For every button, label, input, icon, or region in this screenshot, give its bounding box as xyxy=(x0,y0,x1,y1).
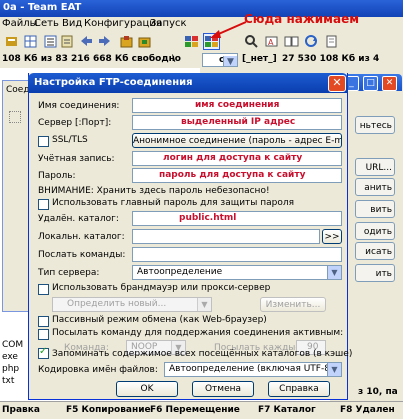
unpack-icon[interactable] xyxy=(136,33,153,50)
server-label: Сервер [:Порт]: xyxy=(38,118,112,128)
keepalive-checkbox[interactable] xyxy=(38,329,49,340)
firewall-label: Использовать брандмауэр или прокси-серве… xyxy=(52,283,271,293)
firewall-checkbox[interactable] xyxy=(38,284,49,295)
send-commands-field[interactable] xyxy=(132,247,342,262)
list-view-icon[interactable] xyxy=(42,33,59,50)
svg-text:A: A xyxy=(268,38,274,47)
master-password-checkbox[interactable] xyxy=(38,199,49,210)
forward-arrow-icon[interactable] xyxy=(96,33,113,50)
encoding-select[interactable]: Автоопределение (включая UTF-8) ▼ xyxy=(164,362,342,377)
menu-network[interactable]: Сеть xyxy=(34,18,59,29)
ssl-label: SSL/TLS xyxy=(52,135,88,145)
account-label: Учётная запись: xyxy=(38,154,115,164)
file-ext[interactable]: exe xyxy=(2,352,18,362)
write-button[interactable]: исать xyxy=(355,242,395,260)
app-title: 0a - Team EAT xyxy=(3,2,82,13)
f6-move-button[interactable]: F6 Перемещение xyxy=(150,405,240,415)
local-dir-field[interactable] xyxy=(132,229,320,244)
menu-files[interactable]: Файлы xyxy=(2,18,38,29)
account-field[interactable]: логин для доступа к сайту xyxy=(132,151,342,166)
server-field[interactable]: выделенный IP адрес xyxy=(132,115,342,130)
anonymous-connection-button[interactable]: Анонимное соединение (пароль - адрес E-m… xyxy=(132,133,342,148)
cache-label: Запоминать содержимое всех посещённых ка… xyxy=(52,349,353,359)
ftp-dialog-title: Настройка FTP-соединения xyxy=(34,77,193,88)
remote-dir-label: Удалён. каталог: xyxy=(38,214,119,224)
drive-combo[interactable]: c ▼ xyxy=(202,53,238,67)
master-password-label: Использовать главный пароль для защиты п… xyxy=(52,198,295,208)
send-commands-label: Послать команды: xyxy=(38,250,126,260)
tree-node-icon[interactable] xyxy=(9,111,21,123)
delete-button[interactable]: ить xyxy=(355,264,395,282)
connection-name-field[interactable]: имя соединения xyxy=(132,98,342,113)
left-root-link[interactable]: \ xyxy=(172,54,175,64)
chevron-down-icon: ▼ xyxy=(223,56,237,66)
connect-button[interactable]: ньтесь xyxy=(355,116,395,134)
close-icon[interactable]: ✕ xyxy=(328,75,346,92)
drive-bar: 108 Кб из 83 216 668 Кб свободно \ c ▼ [… xyxy=(0,52,403,69)
connection-name-label: Имя соединения: xyxy=(38,101,120,111)
ssl-checkbox[interactable] xyxy=(38,136,49,147)
left-free-space: 108 Кб из 83 216 668 Кб свободно xyxy=(2,54,181,64)
proxy-select[interactable]: Определить новый... ▼ xyxy=(52,297,212,312)
server-type-label: Тип сервера: xyxy=(38,268,100,278)
find-files-icon[interactable] xyxy=(243,33,260,50)
ftp-new-connection-icon[interactable] xyxy=(203,33,220,50)
file-ext[interactable]: txt xyxy=(2,376,14,386)
f5-copy-button[interactable]: F5 Копирование xyxy=(66,405,151,415)
grid-view-icon[interactable] xyxy=(22,33,39,50)
sync-icon[interactable] xyxy=(303,33,320,50)
url-button[interactable]: URL... xyxy=(355,158,395,176)
function-key-bar: Правка F5 Копирование F6 Перемещение F7 … xyxy=(0,401,403,419)
paste-button[interactable]: вить xyxy=(355,200,395,218)
chevron-down-icon: ▼ xyxy=(197,298,211,311)
toolbar: A xyxy=(0,31,403,53)
password-warning: ВНИМАНИЕ: Хранить здесь пароль небезопас… xyxy=(38,186,270,196)
maximize-icon[interactable]: □ xyxy=(363,76,378,91)
multi-rename-icon[interactable]: A xyxy=(263,33,280,50)
password-label: Пароль: xyxy=(38,171,76,181)
right-free-space: 27 530 108 Кб из 4 xyxy=(282,54,380,64)
menu-run[interactable]: Запуск xyxy=(150,18,187,29)
password-field[interactable]: пароль для доступа к сайту xyxy=(132,168,342,183)
passive-mode-checkbox[interactable] xyxy=(38,316,49,327)
menu-view[interactable]: Вид xyxy=(62,18,82,29)
save-button[interactable]: анить xyxy=(355,178,395,196)
file-ext[interactable]: php xyxy=(2,364,19,374)
f7-mkdir-button[interactable]: F7 Каталог xyxy=(258,405,316,415)
remote-dir-field[interactable]: public.html xyxy=(132,211,342,226)
tree-view-icon[interactable] xyxy=(58,33,75,50)
f8-delete-button[interactable]: F8 Удален xyxy=(340,405,395,415)
browse-local-button[interactable]: >> xyxy=(322,229,342,244)
copy-button[interactable]: одить xyxy=(355,222,395,240)
keepalive-label: Посылать команду для поддержания соедине… xyxy=(52,328,344,338)
close-icon[interactable]: ✕ xyxy=(382,76,397,91)
drive-net: [_нет_] xyxy=(242,54,277,64)
pack-icon[interactable] xyxy=(118,33,135,50)
server-type-select[interactable]: Автоопределение ▼ xyxy=(132,265,342,280)
notepad-icon[interactable] xyxy=(323,33,340,50)
compare-icon[interactable] xyxy=(283,33,300,50)
refresh-icon[interactable] xyxy=(3,33,20,50)
annotation-text: Сюда нажимаем xyxy=(244,12,360,26)
proxy-change-button[interactable]: Изменить... xyxy=(260,297,326,312)
chevron-down-icon: ▼ xyxy=(327,266,341,279)
chevron-down-icon: ▼ xyxy=(327,363,341,376)
back-arrow-icon[interactable] xyxy=(78,33,95,50)
passive-mode-label: Пассивный режим обмена (как Web-браузер) xyxy=(52,315,267,325)
f4-edit-button[interactable]: Правка xyxy=(2,405,40,415)
ftp-connect-icon[interactable] xyxy=(183,33,200,50)
help-button[interactable]: Справка xyxy=(268,381,330,397)
local-dir-label: Локальн. каталог: xyxy=(38,232,125,242)
ok-button[interactable]: OK xyxy=(116,381,178,397)
encoding-label: Кодировка имён файлов: xyxy=(38,365,158,375)
cancel-button[interactable]: Отмена xyxy=(192,381,254,397)
ftp-dialog-title-bar: Настройка FTP-соединения xyxy=(28,73,348,93)
file-ext[interactable]: COM xyxy=(2,340,23,350)
cache-checkbox[interactable] xyxy=(38,346,49,359)
